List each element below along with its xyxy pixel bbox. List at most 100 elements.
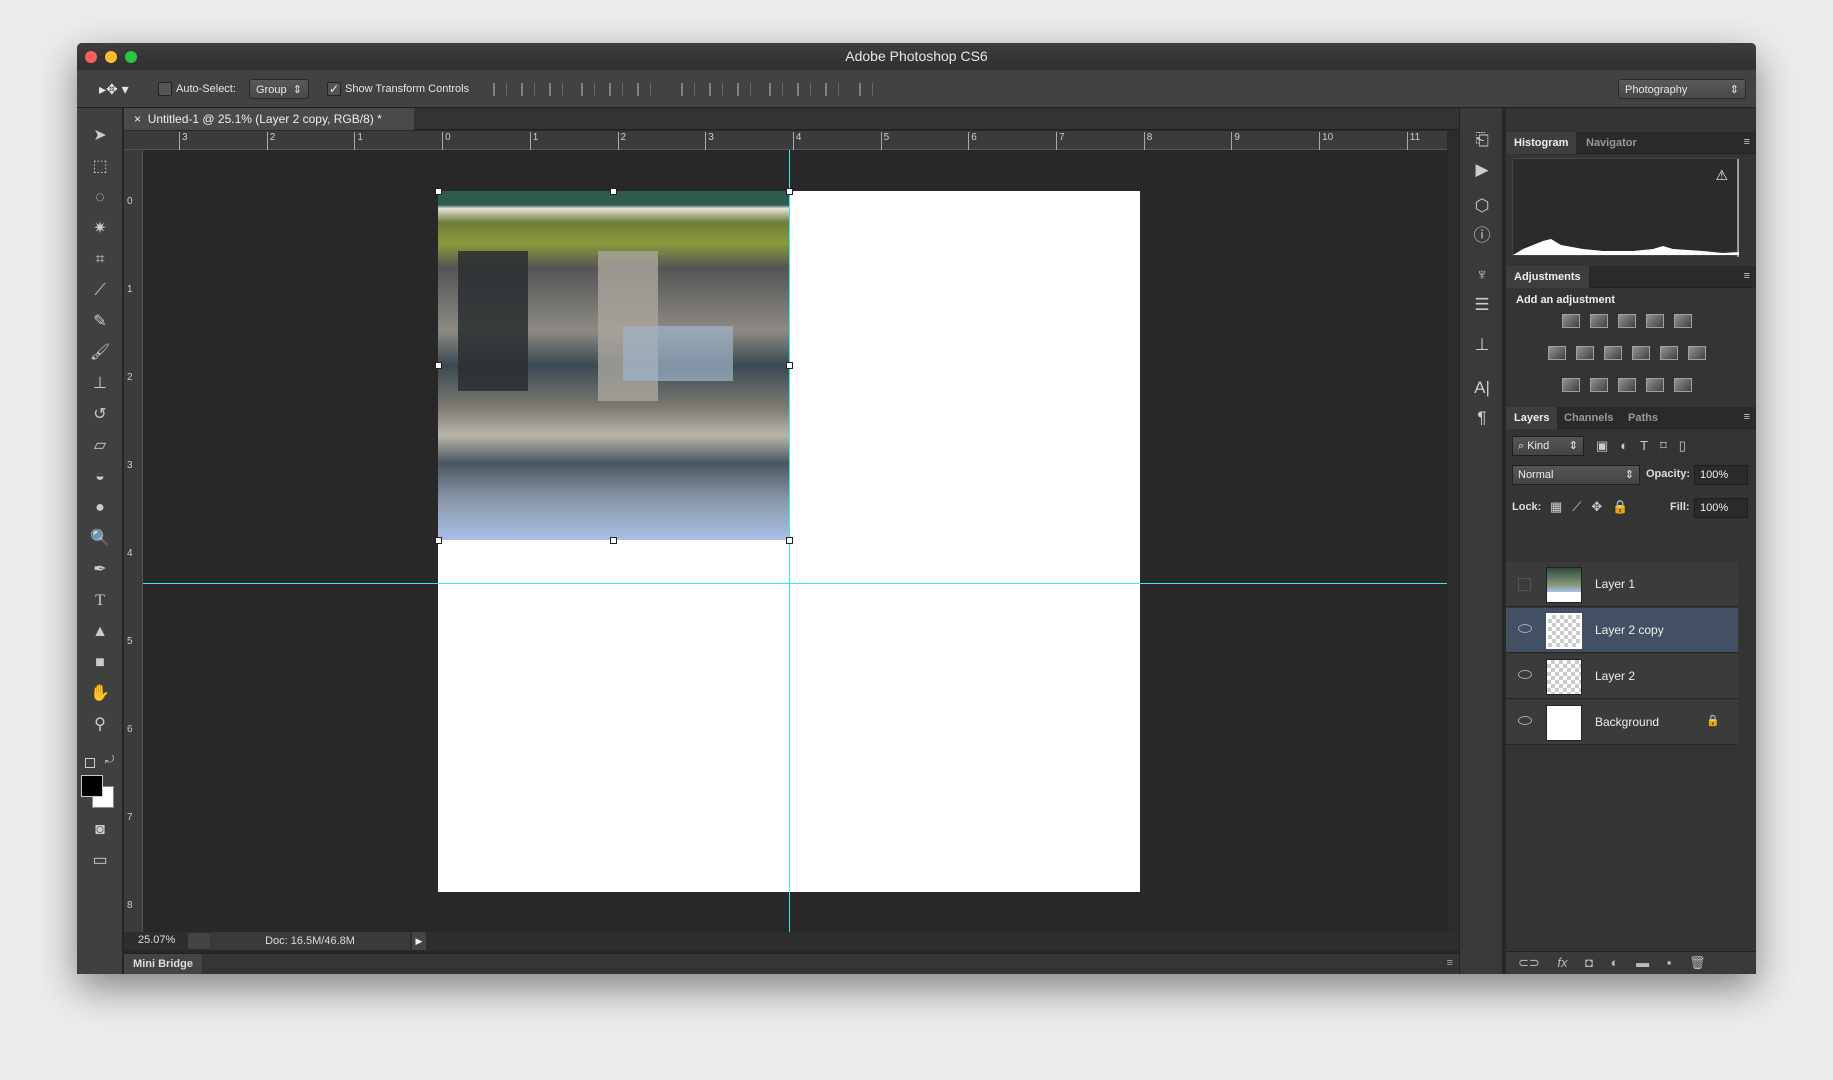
mini-bridge-tab[interactable]: Mini Bridge: [124, 954, 202, 974]
3d-icon[interactable]: ⬡: [1470, 194, 1494, 218]
align-right-icon[interactable]: [637, 83, 651, 96]
rectangle-tool-icon[interactable]: ■: [87, 651, 113, 675]
move-tool-icon[interactable]: ➤: [87, 124, 113, 148]
panel-menu-icon[interactable]: ≡: [1744, 136, 1750, 148]
transform-handle[interactable]: [786, 188, 793, 195]
new-adjustment-icon[interactable]: ◐: [1611, 955, 1619, 970]
lasso-tool-icon[interactable]: ◌: [87, 186, 113, 210]
layer-row-layer-2[interactable]: Layer 2: [1506, 654, 1738, 699]
transform-handle[interactable]: [610, 188, 617, 195]
brush-settings-icon[interactable]: ☰: [1470, 293, 1494, 317]
blur-tool-icon[interactable]: ●: [87, 496, 113, 520]
layer-row-layer-1[interactable]: Layer 1: [1506, 562, 1738, 607]
tab-adjustments[interactable]: Adjustments: [1506, 266, 1589, 288]
layer-photo[interactable]: [438, 191, 789, 540]
visibility-toggle-off[interactable]: [1518, 578, 1531, 591]
clone-source-icon[interactable]: ⊥: [1470, 333, 1494, 357]
lock-icons[interactable]: ▦⟋✥🔒: [1550, 499, 1638, 515]
path-selection-tool-icon[interactable]: ▲: [87, 620, 113, 644]
eye-icon[interactable]: [1518, 670, 1532, 679]
horizontal-ruler[interactable]: 3 2 1 0 1 2 3 4 5 6 7 8 9 10 11: [124, 131, 1490, 150]
paint-bucket-tool-icon[interactable]: ◒: [87, 465, 113, 489]
zoom-level[interactable]: 25.07%: [138, 934, 175, 946]
zoom-tool-icon[interactable]: ⚲: [87, 713, 113, 737]
quick-mask-icon[interactable]: ◙: [87, 818, 113, 842]
layer-filter-dropdown[interactable]: ⌕ Kind ⇕: [1512, 436, 1584, 456]
posterize-icon[interactable]: [1590, 378, 1608, 392]
screen-mode-icon[interactable]: ▭: [87, 849, 113, 873]
character-icon[interactable]: A|: [1470, 376, 1494, 400]
horizontal-guide[interactable]: [143, 583, 1447, 584]
brush-presets-icon[interactable]: ♆: [1470, 263, 1494, 287]
link-layers-icon[interactable]: ⊂⊃: [1518, 955, 1540, 970]
layer-filter-icons[interactable]: ▣◐T⌑▯: [1596, 438, 1698, 454]
new-layer-icon[interactable]: ▪: [1667, 955, 1672, 970]
history-brush-tool-icon[interactable]: ↺: [87, 403, 113, 427]
minimize-window-button[interactable]: [105, 51, 117, 63]
fx-icon[interactable]: fx: [1557, 955, 1567, 970]
status-menu-arrow-icon[interactable]: ▶: [412, 932, 426, 950]
gradient-map-icon[interactable]: [1674, 378, 1692, 392]
hand-tool-icon[interactable]: ✋: [87, 682, 113, 706]
align-bottom-icon[interactable]: [549, 83, 563, 96]
paragraph-icon[interactable]: ¶: [1470, 406, 1494, 430]
distribute-right-icon[interactable]: [825, 83, 839, 96]
info-icon[interactable]: ⓘ: [1470, 224, 1494, 248]
panel-menu-icon[interactable]: ≡: [1744, 411, 1750, 423]
marquee-tool-icon[interactable]: ⬚: [87, 155, 113, 179]
black-white-icon[interactable]: [1604, 346, 1622, 360]
auto-align-icon[interactable]: [859, 83, 873, 96]
align-hcenter-icon[interactable]: [609, 83, 623, 96]
panel-menu-icon[interactable]: ≡: [1744, 270, 1750, 282]
distribute-left-icon[interactable]: [769, 83, 783, 96]
channel-mixer-icon[interactable]: [1660, 346, 1678, 360]
opacity-input[interactable]: 100%: [1694, 465, 1748, 485]
panel-menu-icon[interactable]: ≡: [1447, 957, 1453, 969]
vibrance-icon[interactable]: [1674, 314, 1692, 328]
transform-handle[interactable]: [786, 362, 793, 369]
tab-navigator[interactable]: Navigator: [1578, 132, 1645, 154]
tab-paths[interactable]: Paths: [1620, 407, 1666, 429]
threshold-icon[interactable]: [1618, 378, 1636, 392]
auto-select-mode-dropdown[interactable]: Group ⇕: [249, 79, 309, 99]
zoom-window-button[interactable]: [125, 51, 137, 63]
transform-handle[interactable]: [786, 537, 793, 544]
default-colors-icon[interactable]: [85, 758, 95, 768]
curves-icon[interactable]: [1618, 314, 1636, 328]
exposure-icon[interactable]: [1646, 314, 1664, 328]
color-lookup-icon[interactable]: [1688, 346, 1706, 360]
history-icon[interactable]: ⎗: [1470, 128, 1494, 152]
auto-select-checkbox[interactable]: [158, 82, 172, 96]
align-vcenter-icon[interactable]: [521, 83, 535, 96]
transform-handle[interactable]: [435, 188, 442, 195]
close-window-button[interactable]: [85, 51, 97, 63]
vertical-ruler[interactable]: 0 1 2 3 4 5 6 7 8: [124, 150, 143, 935]
transform-handle[interactable]: [435, 362, 442, 369]
fill-input[interactable]: 100%: [1694, 498, 1748, 518]
actions-icon[interactable]: ▶: [1470, 158, 1494, 182]
document-tab[interactable]: × Untitled-1 @ 25.1% (Layer 2 copy, RGB/…: [124, 108, 414, 130]
foreground-color-swatch[interactable]: [81, 775, 103, 797]
pen-tool-icon[interactable]: ✒: [87, 558, 113, 582]
healing-brush-tool-icon[interactable]: ✎: [87, 310, 113, 334]
brush-tool-icon[interactable]: 🖌: [87, 341, 113, 365]
canvas-area[interactable]: [143, 150, 1447, 935]
align-top-icon[interactable]: [493, 83, 507, 96]
align-left-icon[interactable]: [581, 83, 595, 96]
workspace-dropdown[interactable]: Photography ⇕: [1618, 79, 1746, 99]
vertical-scrollbar[interactable]: [1447, 131, 1459, 935]
close-tab-icon[interactable]: ×: [134, 112, 141, 126]
distribute-top-icon[interactable]: [681, 83, 695, 96]
layer-row-background[interactable]: Background 🔒: [1506, 700, 1738, 745]
distribute-vcenter-icon[interactable]: [709, 83, 723, 96]
clone-stamp-tool-icon[interactable]: ⊥: [87, 372, 113, 396]
brightness-contrast-icon[interactable]: [1562, 314, 1580, 328]
eye-icon[interactable]: [1518, 624, 1532, 633]
distribute-bottom-icon[interactable]: [737, 83, 751, 96]
eye-icon[interactable]: [1518, 716, 1532, 725]
color-balance-icon[interactable]: [1576, 346, 1594, 360]
new-group-icon[interactable]: ▬: [1636, 955, 1649, 970]
delete-layer-icon[interactable]: 🗑: [1689, 955, 1706, 970]
levels-icon[interactable]: [1590, 314, 1608, 328]
transform-handle[interactable]: [435, 537, 442, 544]
